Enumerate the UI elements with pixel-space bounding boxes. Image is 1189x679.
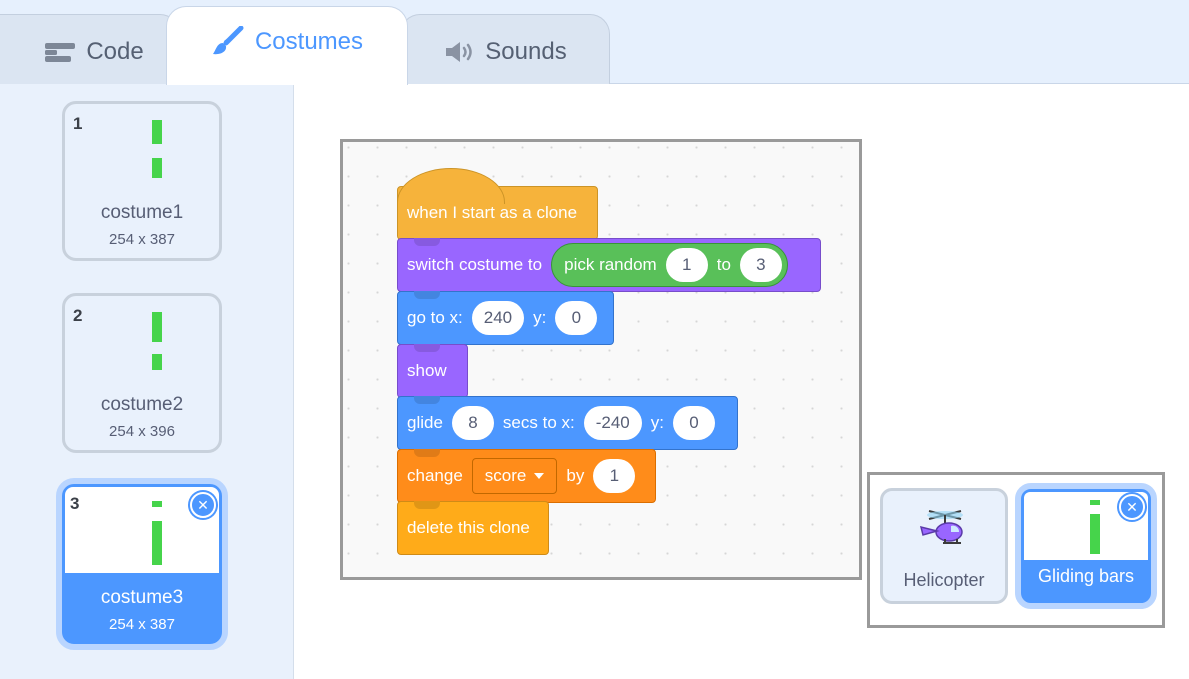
speaker-icon <box>443 40 475 64</box>
costume-thumbnail-bottom-bar <box>152 354 162 370</box>
costume-name: costume2 <box>100 394 184 415</box>
dropdown-caret-icon <box>534 473 545 479</box>
sprite-thumbnail-bottom-bar <box>1090 514 1100 554</box>
hat-block-cap <box>397 168 505 204</box>
block-delete-this-clone[interactable]: delete this clone <box>397 501 549 555</box>
block-by-label: by <box>566 466 585 485</box>
costume-size: 254 x 387 <box>109 231 175 248</box>
random-from-input[interactable]: 1 <box>665 248 708 282</box>
pick-random-reporter[interactable]: pick random 1 to 3 <box>551 243 788 287</box>
costume-thumbnail-top-bar <box>152 501 162 507</box>
costume-number: 1 <box>73 114 83 133</box>
costume-list: 1 costume1 254 x 387 2 costume2 254 x 39… <box>0 84 294 679</box>
glide-x-input[interactable]: -240 <box>583 406 642 440</box>
goto-y-input[interactable]: 0 <box>555 301 598 335</box>
sprite-thumbnail-top-bar <box>1090 500 1100 505</box>
costume-number: 2 <box>73 306 83 325</box>
tab-code[interactable]: Code <box>0 14 180 84</box>
change-value-input[interactable]: 1 <box>593 459 636 493</box>
sprite-item-gliding-bars[interactable]: ✕ Gliding bars <box>1015 483 1157 609</box>
glide-secs-input[interactable]: 8 <box>451 406 494 440</box>
costume-size: 254 x 387 <box>109 616 175 633</box>
scratch-editor: Code Sounds Costumes 1 costume1 254 x 38… <box>0 0 1189 679</box>
sprite-name: Gliding bars <box>1037 566 1135 586</box>
variable-name: score <box>484 466 527 485</box>
costume-item-1[interactable]: 1 costume1 254 x 387 <box>62 101 222 261</box>
tab-costumes[interactable]: Costumes <box>166 6 408 85</box>
delete-sprite-button[interactable]: ✕ <box>1119 494 1145 520</box>
block-label: show <box>407 361 447 380</box>
costume-thumbnail-top-bar <box>152 120 162 144</box>
block-secs-label: secs to x: <box>502 413 575 432</box>
variable-dropdown[interactable]: score <box>471 458 558 494</box>
costume-thumbnail-bottom-bar <box>152 158 162 178</box>
costume-number: 3 <box>70 494 80 513</box>
sprite-list: Helicopter ✕ Gliding bars <box>867 472 1165 628</box>
block-label: glide <box>407 413 443 432</box>
close-x-icon: ✕ <box>1126 498 1138 515</box>
paintbrush-icon <box>211 26 245 58</box>
sprite-name: Helicopter <box>903 570 985 590</box>
reporter-to-label: to <box>716 255 731 274</box>
tab-sounds[interactable]: Sounds <box>400 14 610 84</box>
block-y-label: y: <box>650 413 664 432</box>
block-y-label: y: <box>533 308 547 327</box>
costume-name: costume1 <box>100 202 184 223</box>
block-show[interactable]: show <box>397 344 468 398</box>
block-label: change <box>407 466 463 485</box>
block-label: go to x: <box>407 308 463 327</box>
block-switch-costume[interactable]: switch costume to pick random 1 to 3 <box>397 238 821 292</box>
costume-thumbnail-top-bar <box>152 312 162 342</box>
block-glide-to-xy[interactable]: glide 8 secs to x: -240 y: 0 <box>397 396 738 450</box>
costume-size: 254 x 396 <box>109 423 175 440</box>
helicopter-icon <box>915 505 975 556</box>
costume-item-2[interactable]: 2 costume2 254 x 396 <box>62 293 222 453</box>
sprite-item-helicopter[interactable]: Helicopter <box>880 488 1008 604</box>
tab-sounds-label: Sounds <box>485 37 567 65</box>
costume-thumbnail-bottom-bar <box>152 521 162 565</box>
costume-item-3[interactable]: 3 ✕ costume3 254 x 387 <box>56 478 228 650</box>
tab-costumes-label: Costumes <box>254 28 364 55</box>
tab-code-label: Code <box>86 37 144 65</box>
random-to-input[interactable]: 3 <box>739 248 782 282</box>
block-label: delete this clone <box>407 518 530 537</box>
script-canvas: when I start as a clone switch costume t… <box>340 139 862 580</box>
reporter-label: pick random <box>564 255 657 274</box>
delete-costume-button[interactable]: ✕ <box>190 492 216 518</box>
close-x-icon: ✕ <box>197 496 209 513</box>
block-go-to-xy[interactable]: go to x: 240 y: 0 <box>397 291 614 345</box>
glide-y-input[interactable]: 0 <box>673 406 715 440</box>
editor-tab-bar: Code Sounds Costumes <box>0 0 1189 85</box>
block-label: switch costume to <box>407 255 543 274</box>
code-blocks-icon <box>44 41 76 63</box>
block-change-variable[interactable]: change score by 1 <box>397 449 656 503</box>
block-label: when I start as a clone <box>407 203 578 222</box>
goto-x-input[interactable]: 240 <box>471 301 525 335</box>
costume-name: costume3 <box>100 587 184 608</box>
